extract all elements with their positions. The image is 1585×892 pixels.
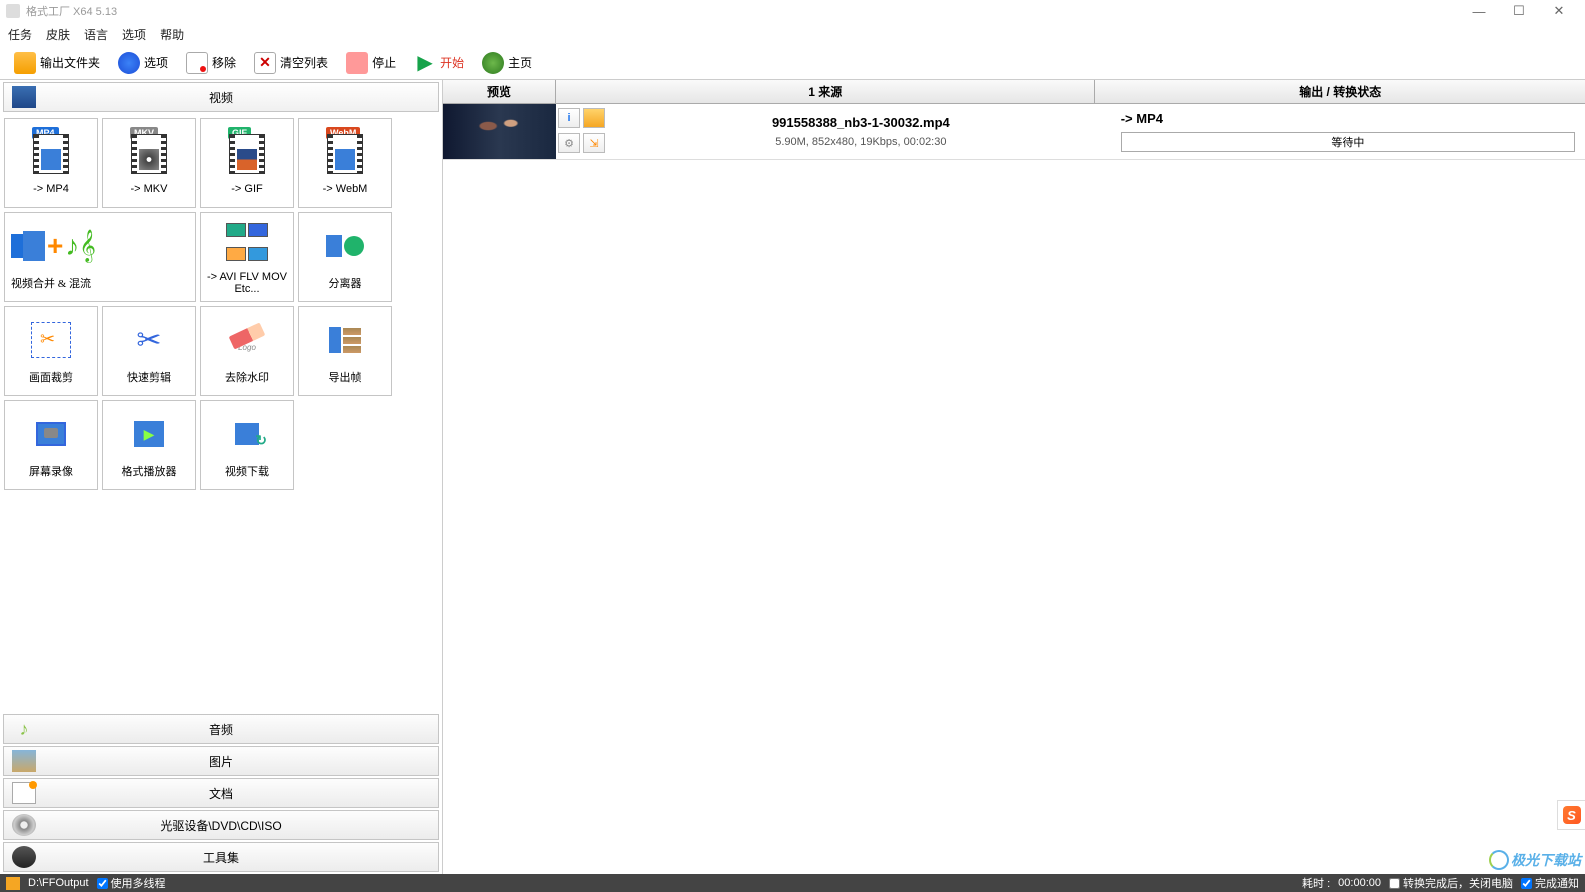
category-audio[interactable]: ♪ 音频 [3,714,439,744]
multi-format-icon [224,219,270,265]
tile-to-webm[interactable]: WebM -> WebM [298,118,392,208]
menu-task[interactable]: 任务 [8,26,32,43]
task-info-button[interactable]: i [558,108,580,128]
crop-icon [26,317,76,363]
folder-icon [14,52,36,74]
menu-bar: 任务 皮肤 语言 选项 帮助 [0,22,1585,46]
clear-icon: ✕ [254,52,276,74]
tile-to-mp4[interactable]: MP4 -> MP4 [4,118,98,208]
video-tiles: MP4 -> MP4 MKV -> MKV GIF -> GIF WebM ->… [0,114,442,712]
remove-button[interactable]: 移除 [180,50,242,76]
tile-crop[interactable]: 画面裁剪 [4,306,98,396]
tile-remove-watermark[interactable]: Logo 去除水印 [200,306,294,396]
output-path[interactable]: D:\FFOutput [28,877,89,889]
menu-help[interactable]: 帮助 [160,26,184,43]
tile-video-download[interactable]: 视频下载 [200,400,294,490]
tile-screen-record[interactable]: 屏幕录像 [4,400,98,490]
maximize-button[interactable]: ☐ [1499,0,1539,22]
header-preview[interactable]: 预览 [443,80,556,103]
elapsed-label: 耗时 : [1302,875,1330,891]
app-icon [6,4,20,18]
menu-language[interactable]: 语言 [84,26,108,43]
disc-icon [12,814,36,836]
toolbar: 输出文件夹 选项 移除 ✕ 清空列表 停止 ▶ 开始 主页 [0,46,1585,80]
document-icon [12,782,36,804]
task-list-panel: 预览 1 来源 输出 / 转换状态 i ⚙ ⇲ 991558388_nb3-1-… [443,80,1585,874]
splitter-icon [320,223,370,269]
notify-checkbox[interactable]: 完成通知 [1521,875,1579,891]
task-source-column: 991558388_nb3-1-30032.mp4 5.90M, 852x480… [611,104,1111,159]
player-icon: ▶ [124,411,174,457]
window-title: 格式工厂 X64 5.13 [26,3,117,19]
task-progress-bar: 等待中 [1121,132,1575,152]
task-range-button[interactable]: ⇲ [583,133,605,153]
shutdown-checkbox[interactable]: 转换完成后，关闭电脑 [1389,875,1513,891]
task-output-format: -> MP4 [1121,111,1575,126]
task-thumbnail [443,104,556,159]
task-grid-header: 预览 1 来源 输出 / 转换状态 [443,80,1585,104]
header-source[interactable]: 1 来源 [556,80,1095,103]
tile-player[interactable]: ▶ 格式播放器 [102,400,196,490]
home-button[interactable]: 主页 [476,50,538,76]
start-button[interactable]: ▶ 开始 [408,50,470,76]
header-status[interactable]: 输出 / 转换状态 [1095,80,1585,103]
left-panel: 视频 MP4 -> MP4 MKV -> MKV GIF -> GIF WebM… [0,80,443,874]
close-button[interactable]: ✕ [1539,0,1579,22]
tile-splitter[interactable]: 分离器 [298,212,392,302]
elapsed-time: 00:00:00 [1338,877,1381,889]
options-button[interactable]: 选项 [112,50,174,76]
status-bar: D:\FFOutput 使用多线程 耗时 : 00:00:00 转换完成后，关闭… [0,874,1585,892]
task-status-column: -> MP4 等待中 [1111,104,1585,159]
globe-icon [482,52,504,74]
tile-to-avi-etc[interactable]: -> AVI FLV MOV Etc... [200,212,294,302]
tile-merge-mux[interactable]: +♪𝄞 视频合并 & 混流 [4,212,196,302]
stop-icon [346,52,368,74]
merge-icon: +♪𝄞 [11,223,96,269]
frames-icon [320,317,370,363]
clear-list-button[interactable]: ✕ 清空列表 [248,50,334,76]
category-image[interactable]: 图片 [3,746,439,776]
task-open-folder-button[interactable] [583,108,605,128]
tile-to-gif[interactable]: GIF -> GIF [200,118,294,208]
output-folder-status-icon[interactable] [6,877,20,890]
task-settings-button[interactable]: ⚙ [558,133,580,153]
video-icon [12,86,36,108]
tile-quick-cut[interactable]: ✂ 快速剪辑 [102,306,196,396]
task-filename: 991558388_nb3-1-30032.mp4 [772,115,950,130]
category-video[interactable]: 视频 [3,82,439,112]
category-tools[interactable]: 工具集 [3,842,439,872]
tools-icon [12,846,36,868]
eraser-icon: Logo [222,317,272,363]
category-disc[interactable]: 光驱设备\DVD\CD\ISO [3,810,439,840]
minimize-button[interactable]: — [1459,0,1499,22]
watermark-icon [1489,850,1509,870]
remove-icon [186,52,208,74]
task-row[interactable]: i ⚙ ⇲ 991558388_nb3-1-30032.mp4 5.90M, 8… [443,104,1585,160]
play-icon: ▶ [414,52,436,74]
output-folder-button[interactable]: 输出文件夹 [8,50,106,76]
sogou-ime-icon[interactable]: S [1557,800,1585,830]
category-document[interactable]: 文档 [3,778,439,808]
tile-export-frame[interactable]: 导出帧 [298,306,392,396]
options-icon [118,52,140,74]
stop-button[interactable]: 停止 [340,50,402,76]
tile-to-mkv[interactable]: MKV -> MKV [102,118,196,208]
task-mini-buttons: i ⚙ ⇲ [556,104,611,159]
site-watermark: 极光下载站 [1489,850,1581,870]
download-icon [222,411,272,457]
title-bar: 格式工厂 X64 5.13 — ☐ ✕ [0,0,1585,22]
task-fileinfo: 5.90M, 852x480, 19Kbps, 00:02:30 [775,136,946,148]
audio-icon: ♪ [12,718,36,740]
screen-record-icon [26,411,76,457]
scissors-icon: ✂ [124,317,174,363]
image-icon [12,750,36,772]
menu-options[interactable]: 选项 [122,26,146,43]
menu-skin[interactable]: 皮肤 [46,26,70,43]
multithread-checkbox[interactable]: 使用多线程 [97,875,166,891]
